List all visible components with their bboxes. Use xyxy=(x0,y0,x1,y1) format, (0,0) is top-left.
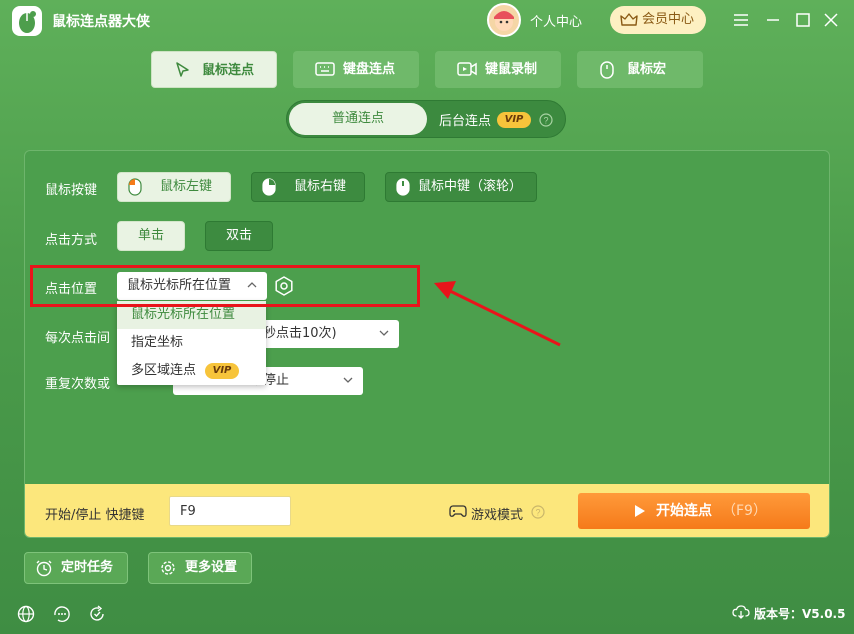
start-click-label: 开始连点 xyxy=(656,503,712,519)
tab-mouse-macro[interactable]: 鼠标宏 xyxy=(577,51,703,88)
more-settings-button[interactable]: 更多设置 xyxy=(148,552,252,584)
crown-icon xyxy=(620,13,638,26)
minimize-icon[interactable] xyxy=(765,12,781,28)
double-click-option[interactable]: 双击 xyxy=(205,221,273,251)
highlight-box xyxy=(30,265,420,307)
video-record-icon xyxy=(457,62,477,76)
hotkey-bar: 开始/停止 快捷键 F9 游戏模式 ? 开始连点 （F9） xyxy=(25,484,829,537)
mouse-right-icon xyxy=(262,178,276,196)
annotation-arrow-icon xyxy=(434,281,561,347)
hotkey-label: 开始/停止 快捷键 xyxy=(45,508,145,523)
app-title: 鼠标连点器大侠 xyxy=(52,14,150,30)
normal-click-option[interactable]: 普通连点 xyxy=(289,103,427,135)
mouse-button-label: 鼠标按键 xyxy=(45,183,98,198)
support-icon[interactable] xyxy=(52,604,72,624)
game-mode-toggle[interactable]: 游戏模式 ? xyxy=(449,504,545,523)
chevron-down-icon xyxy=(379,330,389,336)
globe-icon[interactable] xyxy=(16,604,36,624)
start-hotkey-label: （F9） xyxy=(722,503,767,519)
close-icon[interactable] xyxy=(823,12,839,28)
mouse-middle-icon xyxy=(396,178,410,196)
left-button-option[interactable]: 鼠标左键 xyxy=(117,172,231,202)
left-button-label: 鼠标左键 xyxy=(160,179,213,194)
chevron-down-icon xyxy=(343,377,353,383)
avatar[interactable] xyxy=(487,3,521,37)
gear-icon xyxy=(161,561,175,575)
title-bar: 鼠标连点器大侠 个人中心 会员中心 xyxy=(0,0,854,40)
help-icon[interactable]: ? xyxy=(539,113,553,127)
tab-keyboard-click-label: 键盘连点 xyxy=(343,62,396,77)
hotkey-input[interactable]: F9 xyxy=(169,496,291,526)
cursor-icon xyxy=(176,62,189,77)
right-button-label: 鼠标右键 xyxy=(294,179,347,194)
vip-center-label: 会员中心 xyxy=(642,12,695,27)
more-settings-label: 更多设置 xyxy=(185,560,238,575)
version-label: 版本号：V5.0.5 xyxy=(732,605,845,622)
svg-text:?: ? xyxy=(543,116,548,126)
help-icon[interactable]: ? xyxy=(531,505,545,519)
middle-button-option[interactable]: 鼠标中键（滚轮） xyxy=(385,172,537,202)
cloud-download-icon xyxy=(732,605,750,619)
tab-mouse-macro-label: 鼠标宏 xyxy=(627,62,667,77)
menu-icon[interactable] xyxy=(733,12,749,28)
keyboard-icon xyxy=(315,62,335,76)
background-click-option[interactable]: 后台连点 xyxy=(439,110,491,129)
dropdown-option-multi-area[interactable]: 多区域连点 VIP xyxy=(117,357,266,385)
click-mode-label: 点击方式 xyxy=(45,233,98,248)
dropdown-option-coordinate[interactable]: 指定坐标 xyxy=(117,329,266,357)
start-click-button[interactable]: 开始连点 （F9） xyxy=(578,493,810,529)
timer-task-button[interactable]: 定时任务 xyxy=(24,552,128,584)
tab-record-label: 键鼠录制 xyxy=(485,62,538,77)
tab-record[interactable]: 键鼠录制 xyxy=(435,51,561,88)
app-logo-icon xyxy=(12,6,42,36)
middle-button-label: 鼠标中键（滚轮） xyxy=(418,179,523,194)
mouse-icon xyxy=(600,61,614,79)
game-mode-label: 游戏模式 xyxy=(471,508,524,523)
svg-text:?: ? xyxy=(535,508,540,518)
alarm-clock-icon xyxy=(36,560,52,577)
right-button-option[interactable]: 鼠标右键 xyxy=(251,172,365,202)
interval-value: 秒点击10次) xyxy=(263,326,337,341)
tab-mouse-click[interactable]: 鼠标连点 xyxy=(151,51,277,88)
maximize-icon[interactable] xyxy=(795,12,811,28)
refresh-icon[interactable] xyxy=(87,604,107,624)
user-center-link[interactable]: 个人中心 xyxy=(530,11,582,30)
play-icon xyxy=(635,505,645,517)
single-click-option[interactable]: 单击 xyxy=(117,221,185,251)
tab-mouse-click-label: 鼠标连点 xyxy=(202,63,255,78)
gamepad-icon xyxy=(449,505,467,517)
vip-badge: VIP xyxy=(205,363,239,379)
timer-task-label: 定时任务 xyxy=(61,560,114,575)
version-text: 版本号：V5.0.5 xyxy=(754,607,846,621)
vip-badge: VIP xyxy=(497,112,531,128)
click-position-dropdown: 鼠标光标所在位置 指定坐标 多区域连点 VIP xyxy=(117,301,266,385)
multi-area-label: 多区域连点 xyxy=(131,363,197,378)
interval-label: 每次点击间 xyxy=(45,331,111,346)
vip-center-button[interactable]: 会员中心 xyxy=(610,6,706,34)
repeat-label: 重复次数或 xyxy=(45,377,111,392)
tab-keyboard-click[interactable]: 键盘连点 xyxy=(293,51,419,88)
click-type-toggle: 普通连点 后台连点 VIP ? xyxy=(286,100,566,138)
mouse-left-icon xyxy=(128,178,142,196)
